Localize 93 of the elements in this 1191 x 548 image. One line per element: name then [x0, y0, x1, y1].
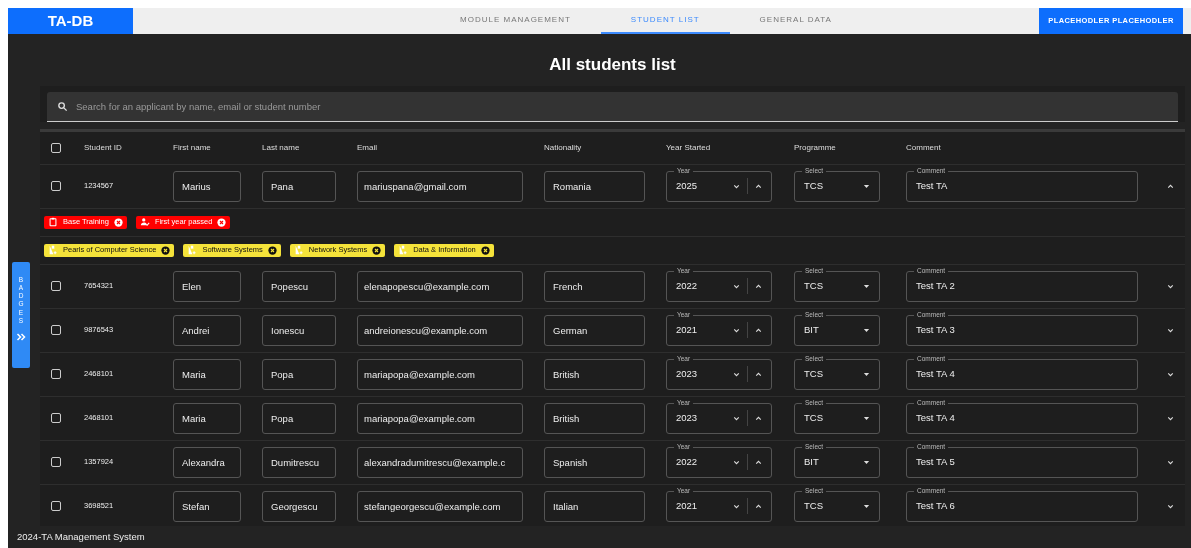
last-name-field[interactable]: Ionescu: [262, 314, 336, 346]
programme-value: TCS: [804, 498, 824, 513]
year-collapse-button[interactable]: [754, 325, 763, 335]
year-value: 2021: [676, 498, 699, 513]
first-name-field[interactable]: Andrei: [173, 314, 241, 346]
checkbox[interactable]: [51, 142, 61, 153]
chevron-up-icon: [754, 457, 763, 467]
comment-value: Test TA 6: [916, 498, 955, 513]
programme-value: TCS: [804, 366, 824, 381]
first-name-field[interactable]: Alexandra: [173, 446, 241, 478]
first-name-field[interactable]: Elen: [173, 270, 241, 302]
year-collapse-button[interactable]: [754, 457, 763, 467]
year-value: 2022: [676, 454, 699, 469]
nationality-field[interactable]: German: [544, 314, 645, 346]
last-name-field[interactable]: Pana: [262, 170, 336, 202]
nav-tab[interactable]: MODULE MANAGEMENT: [430, 8, 601, 34]
nav-tab[interactable]: GENERAL DATA: [729, 8, 862, 34]
email-field[interactable]: mariuspana@gmail.com: [357, 170, 523, 202]
first-name-field[interactable]: Marius: [173, 170, 241, 202]
year-value: 2022: [676, 278, 699, 293]
programme-value: TCS: [804, 278, 824, 293]
checkbox[interactable]: [51, 181, 61, 191]
chevron-up-icon: [754, 281, 763, 291]
nationality-field[interactable]: Romania: [544, 170, 645, 202]
remove-icon[interactable]: [267, 245, 277, 255]
expand-button[interactable]: [1166, 181, 1175, 191]
year-value: 2023: [676, 366, 699, 381]
last-name-field[interactable]: Popa: [262, 358, 336, 390]
column-header: Last name: [262, 142, 300, 152]
year-collapse-button[interactable]: [754, 413, 763, 423]
checkbox[interactable]: [51, 325, 61, 335]
email-field[interactable]: stefangeorgescu@example.com: [357, 490, 523, 522]
column-header: Comment: [906, 142, 941, 152]
nationality-field[interactable]: French: [544, 270, 645, 302]
page-title: All students list: [548, 54, 677, 76]
chevron-up-icon: [754, 181, 763, 191]
nationality-field[interactable]: British: [544, 402, 645, 434]
last-name-field[interactable]: Georgescu: [262, 490, 336, 522]
remove-icon[interactable]: [480, 245, 490, 255]
email-field[interactable]: andreionescu@example.com: [357, 314, 523, 346]
year-collapse-button[interactable]: [754, 501, 763, 511]
checkbox[interactable]: [51, 413, 61, 423]
first-name-field[interactable]: Maria: [173, 402, 241, 434]
checkbox[interactable]: [51, 281, 61, 291]
chevron-up-icon: [754, 413, 763, 423]
year-value: 2025: [676, 178, 699, 193]
programme-value: BIT: [804, 322, 820, 337]
programme-value: BIT: [804, 454, 820, 469]
nationality-field[interactable]: Spanish: [544, 446, 645, 478]
footer-text: 2024-TA Management System: [17, 529, 145, 544]
search-icon: [57, 100, 68, 112]
comment-value: Test TA 4: [916, 366, 955, 381]
column-header: Nationality: [544, 142, 582, 152]
year-collapse-button[interactable]: [754, 281, 763, 291]
comment-value: Test TA 3: [916, 322, 955, 337]
year-value: 2021: [676, 322, 699, 337]
remove-icon[interactable]: [161, 245, 171, 255]
email-field[interactable]: alexandradumitrescu@example.c: [357, 446, 523, 478]
comment-value: Test TA 4: [916, 410, 955, 425]
comment-value: Test TA: [916, 178, 948, 193]
last-name-field[interactable]: Dumitrescu: [262, 446, 336, 478]
column-header: Year Started: [666, 142, 711, 152]
chevron-up-icon: [754, 325, 763, 335]
column-header: Programme: [794, 142, 836, 152]
checkbox[interactable]: [51, 457, 61, 467]
remove-icon[interactable]: [372, 245, 382, 255]
last-name-field[interactable]: Popescu: [262, 270, 336, 302]
column-header: Email: [357, 142, 377, 152]
nationality-field[interactable]: Italian: [544, 490, 645, 522]
email-field[interactable]: mariapopa@example.com: [357, 402, 523, 434]
programme-value: TCS: [804, 178, 824, 193]
chevron-up-icon: [754, 369, 763, 379]
nationality-field[interactable]: British: [544, 358, 645, 390]
email-field[interactable]: mariapopa@example.com: [357, 358, 523, 390]
year-collapse-button[interactable]: [754, 369, 763, 379]
comment-value: Test TA 2: [916, 278, 955, 293]
programme-value: TCS: [804, 410, 824, 425]
year-value: 2023: [676, 410, 699, 425]
comment-value: Test TA 5: [916, 454, 955, 469]
first-name-field[interactable]: Stefan: [173, 490, 241, 522]
logo: TA-DB: [8, 8, 133, 34]
checkbox[interactable]: [51, 501, 61, 511]
column-header: Student ID: [84, 142, 122, 152]
column-header: First name: [173, 142, 211, 152]
clipboard-icon: [48, 217, 58, 227]
chevron-up-icon: [754, 501, 763, 511]
checkbox[interactable]: [51, 369, 61, 379]
first-name-field[interactable]: Maria: [173, 358, 241, 390]
year-collapse-button[interactable]: [754, 181, 763, 191]
person-check-icon: [139, 217, 150, 227]
email-field[interactable]: elenapopescu@example.com: [357, 270, 523, 302]
last-name-field[interactable]: Popa: [262, 402, 336, 434]
chevron-up-icon: [1166, 181, 1175, 191]
